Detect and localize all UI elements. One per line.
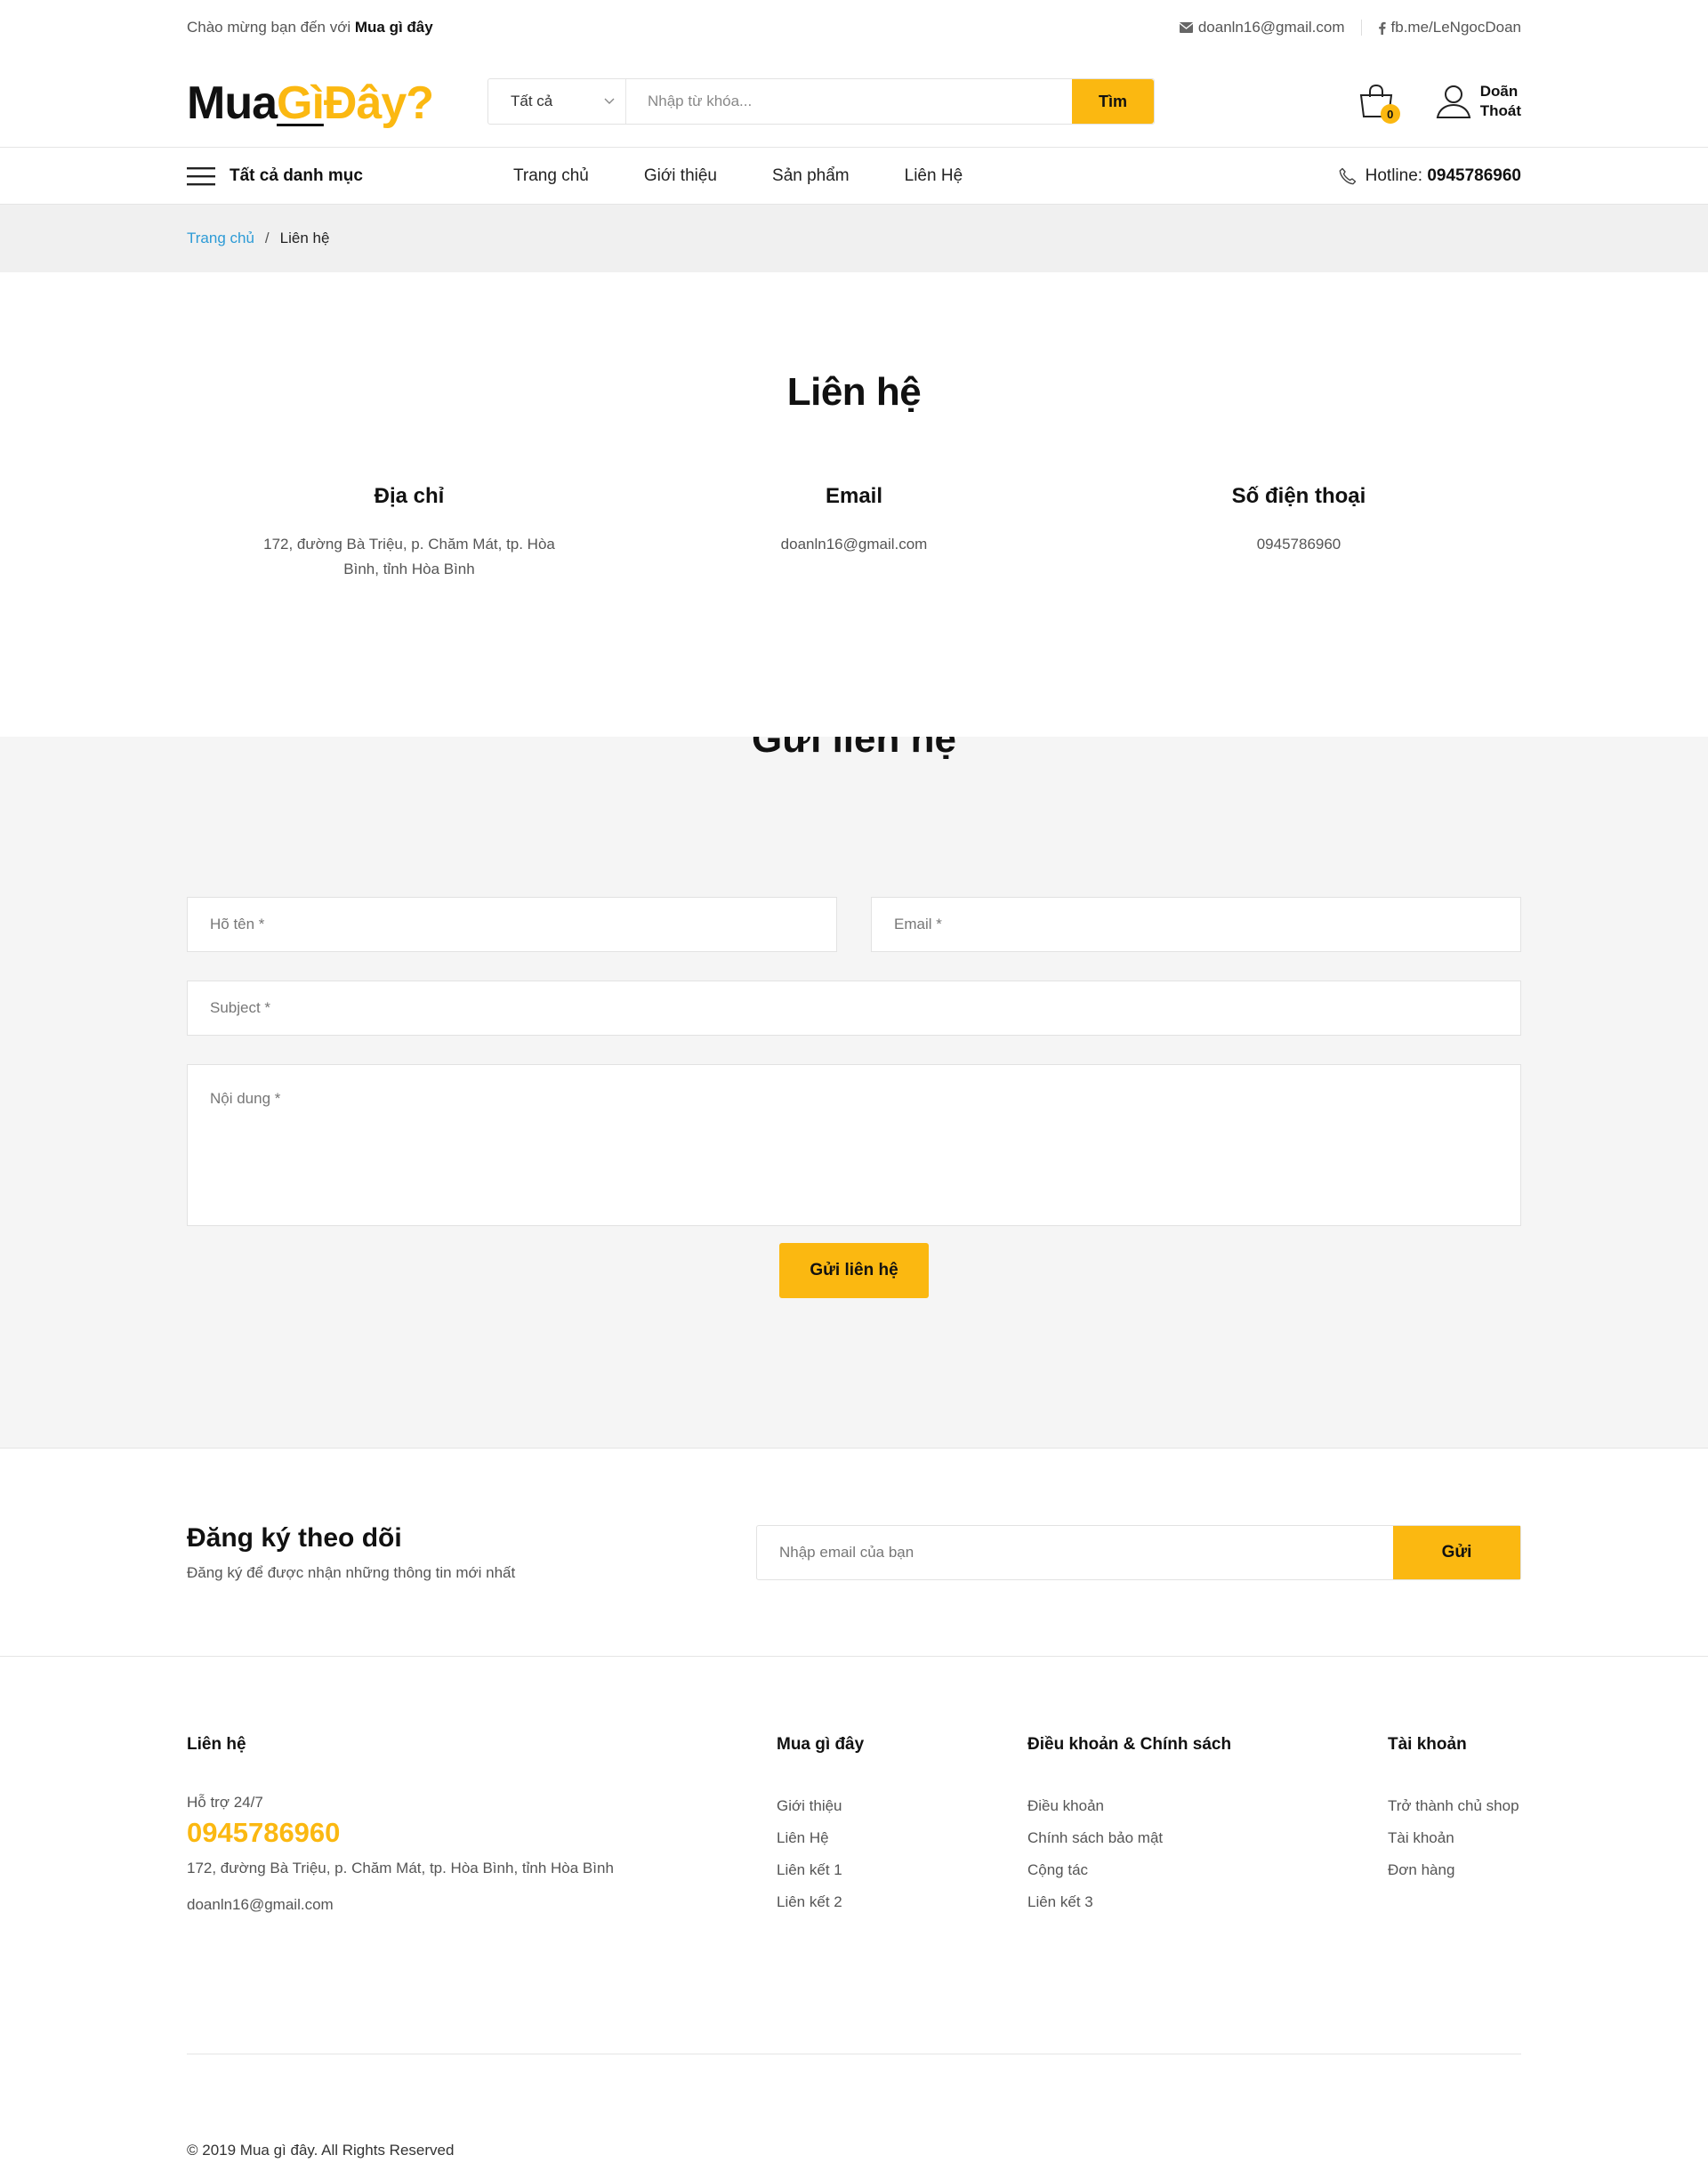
topbar-email-link[interactable]: doanln16@gmail.com <box>1179 19 1345 36</box>
newsletter-section: Đăng ký theo dõi Đăng ký để được nhận nh… <box>0 1449 1708 1657</box>
phone-title: Số điện thoại <box>1231 484 1366 508</box>
hotline[interactable]: Hotline: 0945786960 <box>1339 166 1521 186</box>
newsletter-title: Đăng ký theo dõi <box>187 1523 402 1553</box>
top-bar: Chào mừng bạn đến với Mua gì đây doanln1… <box>0 0 1708 55</box>
site-logo[interactable]: MuaGìĐây? <box>187 77 487 130</box>
contact-form-section: Gửi liên hệ Hõ tên * Email * Subject * N… <box>0 737 1708 1449</box>
address-title: Địa chỉ <box>374 484 445 508</box>
logo-part-gi: Gì <box>277 77 325 129</box>
all-categories-label: Tất cả danh mục <box>230 166 363 185</box>
message-textarea[interactable]: Nội dung * <box>187 1064 1521 1226</box>
footer-link-3[interactable]: Liên kết 3 <box>1027 1893 1388 1910</box>
footer-link-about[interactable]: Giới thiệu <box>777 1797 1027 1814</box>
hotline-label: Hotline: <box>1365 166 1428 185</box>
footer-contact-column: Liên hệ Hỗ trợ 24/7 0945786960 172, đườn… <box>187 1735 777 2054</box>
footer-link-partner[interactable]: Cộng tác <box>1027 1861 1388 1878</box>
footer-email[interactable]: doanln16@gmail.com <box>187 1896 777 1914</box>
contact-form: Hõ tên * Email * Subject * Nội dung * Gử… <box>187 897 1521 1298</box>
contact-info-section: Liên hệ Địa chỉ 172, đường Bà Triệu, p. … <box>0 272 1708 737</box>
breadcrumb: Trang chủ / Liên hệ <box>0 205 1708 272</box>
nav-item-contact[interactable]: Liên Hệ <box>905 166 963 186</box>
footer-link-become-seller[interactable]: Trở thành chủ shop <box>1388 1797 1521 1814</box>
footer-column-account: Tài khoản Trở thành chủ shop Tài khoản Đ… <box>1388 1735 1521 2054</box>
phone-icon <box>1339 167 1356 185</box>
footer-col2-title: Mua gì đây <box>777 1735 865 1754</box>
welcome-prefix: Chào mừng bạn đến với <box>187 19 355 36</box>
footer-phone[interactable]: 0945786960 <box>187 1817 777 1849</box>
phone-block: Số điện thoại 0945786960 <box>1076 484 1521 582</box>
nav-item-about[interactable]: Giới thiệu <box>644 166 717 186</box>
topbar-facebook-link[interactable]: fb.me/LeNgocDoan <box>1378 19 1521 36</box>
footer-support: Hỗ trợ 24/7 <box>187 1794 263 1811</box>
footer-link-privacy[interactable]: Chính sách bảo mật <box>1027 1829 1388 1846</box>
chevron-down-icon <box>604 98 615 104</box>
logo-part-day: Đây? <box>323 77 434 129</box>
page-title: Liên hệ <box>786 370 922 414</box>
name-input[interactable]: Hõ tên * <box>187 897 837 952</box>
newsletter-form: Nhập email của bạn Gửi <box>756 1525 1521 1580</box>
breadcrumb-separator: / <box>264 230 270 246</box>
form-title: Gửi liên hệ <box>752 737 956 761</box>
footer-col4-title: Tài khoản <box>1388 1735 1467 1754</box>
footer-column-muagiday: Mua gì đây Giới thiệu Liên Hệ Liên kết 1… <box>777 1735 1027 2054</box>
search-input[interactable]: Nhập từ khóa... <box>626 79 1072 124</box>
newsletter-email-input[interactable]: Nhập email của bạn <box>757 1526 1393 1579</box>
address-text: 172, đường Bà Triệu, p. Chăm Mát, tp. Hò… <box>263 536 555 577</box>
search-category-label: Tất cả <box>511 93 553 109</box>
nav-item-home[interactable]: Trang chủ <box>513 166 589 186</box>
footer-link-2[interactable]: Liên kết 2 <box>777 1893 1027 1910</box>
newsletter-submit-button[interactable]: Gửi <box>1393 1526 1520 1579</box>
topbar-facebook: fb.me/LeNgocDoan <box>1390 19 1521 36</box>
footer-contact-title: Liên hệ <box>187 1735 246 1754</box>
user-name-first: Doãn <box>1479 83 1519 100</box>
breadcrumb-current: Liên hệ <box>279 230 330 246</box>
address-block: Địa chỉ 172, đường Bà Triệu, p. Chăm Mát… <box>187 484 632 582</box>
cart-count-badge: 0 <box>1380 104 1400 124</box>
search-bar: Tất cả Nhập từ khóa... Tìm <box>487 78 1155 125</box>
facebook-icon <box>1378 21 1386 35</box>
subject-input[interactable]: Subject * <box>187 981 1521 1036</box>
phone-text: 0945786960 <box>1256 536 1341 553</box>
footer-link-orders[interactable]: Đơn hàng <box>1388 1861 1521 1878</box>
footer-link-account[interactable]: Tài khoản <box>1388 1829 1521 1846</box>
main-header: MuaGìĐây? Tất cả Nhập từ khóa... Tìm 0 D… <box>0 55 1708 148</box>
email-text: doanln16@gmail.com <box>780 536 928 553</box>
search-category-select[interactable]: Tất cả <box>488 79 626 124</box>
main-nav: Tất cả danh mục Trang chủ Giới thiệu Sản… <box>0 148 1708 205</box>
footer-address: 172, đường Bà Triệu, p. Chăm Mát, tp. Hò… <box>187 1860 614 1876</box>
email-block: Email doanln16@gmail.com <box>632 484 1076 582</box>
footer: Liên hệ Hỗ trợ 24/7 0945786960 172, đườn… <box>0 1657 1708 2167</box>
newsletter-subtitle: Đăng ký để được nhận những thông tin mới… <box>187 1564 516 1581</box>
hamburger-icon <box>187 167 215 186</box>
logo-part-mua: Mua <box>187 77 278 129</box>
envelope-icon <box>1179 22 1193 33</box>
topbar-divider <box>1360 20 1362 36</box>
email-title: Email <box>825 484 883 508</box>
footer-col3-title: Điều khoản & Chính sách <box>1027 1735 1232 1754</box>
breadcrumb-home[interactable]: Trang chủ <box>187 230 254 247</box>
welcome-brand: Mua gì đây <box>354 19 433 36</box>
user-icon <box>1436 85 1470 118</box>
hotline-number: 0945786960 <box>1427 166 1521 185</box>
welcome-text: Chào mừng bạn đến với Mua gì đây <box>187 19 433 36</box>
email-input[interactable]: Email * <box>871 897 1521 952</box>
footer-link-contact[interactable]: Liên Hệ <box>777 1829 1027 1846</box>
all-categories-button[interactable]: Tất cả danh mục <box>187 165 513 187</box>
user-name-second: Thoát <box>1479 102 1521 119</box>
footer-column-policies: Điều khoản & Chính sách Điều khoản Chính… <box>1027 1735 1388 2054</box>
user-account[interactable]: Doãn Thoát <box>1436 82 1521 121</box>
footer-link-terms[interactable]: Điều khoản <box>1027 1797 1388 1814</box>
nav-item-products[interactable]: Sản phẩm <box>772 166 850 186</box>
topbar-email: doanln16@gmail.com <box>1197 19 1345 36</box>
submit-contact-button[interactable]: Gửi liên hệ <box>779 1243 929 1298</box>
cart-button[interactable]: 0 <box>1358 83 1400 124</box>
nav-menu: Trang chủ Giới thiệu Sản phẩm Liên Hệ <box>513 166 963 186</box>
copyright: © 2019 Mua gì đây. All Rights Reserved <box>187 2054 1521 2167</box>
footer-link-1[interactable]: Liên kết 1 <box>777 1861 1027 1878</box>
search-button[interactable]: Tìm <box>1072 79 1154 124</box>
